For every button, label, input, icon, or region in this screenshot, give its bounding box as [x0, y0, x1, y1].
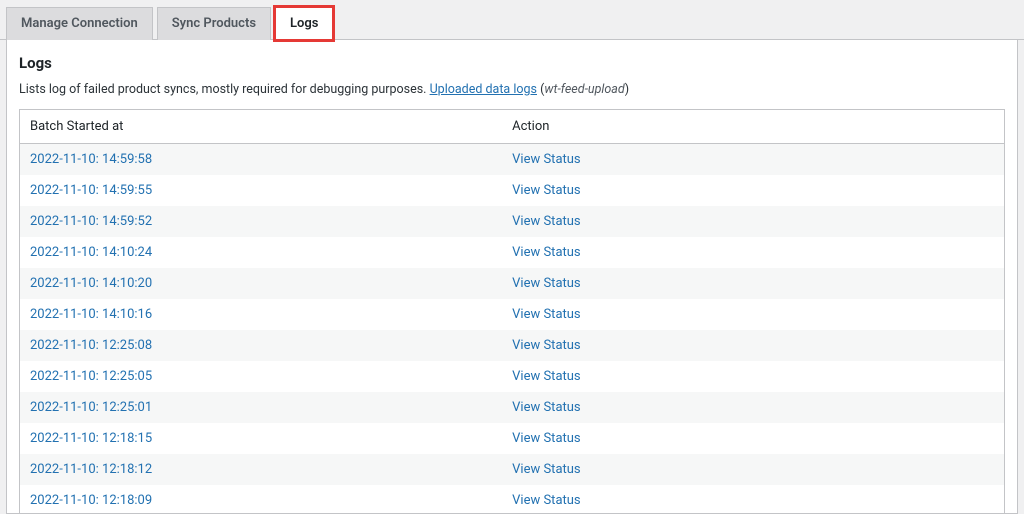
view-status-link[interactable]: View Status: [512, 276, 581, 291]
batch-timestamp-link[interactable]: 2022-11-10: 12:18:15: [30, 431, 152, 446]
batch-timestamp-link[interactable]: 2022-11-10: 12:25:01: [30, 400, 152, 415]
batch-timestamp-link[interactable]: 2022-11-10: 12:18:09: [30, 493, 152, 508]
table-row: 2022-11-10: 12:25:08 View Status: [20, 330, 1005, 361]
desc-slug: wt-feed-upload: [544, 82, 624, 97]
table-row: 2022-11-10: 12:18:12 View Status: [20, 454, 1005, 485]
view-status-link[interactable]: View Status: [512, 152, 581, 167]
batch-timestamp-link[interactable]: 2022-11-10: 14:59:55: [30, 183, 152, 198]
batch-timestamp-link[interactable]: 2022-11-10: 14:59:58: [30, 152, 152, 167]
tab-bar: Manage Connection Sync Products Logs: [0, 0, 1024, 40]
page-title: Logs: [19, 54, 1005, 72]
view-status-link[interactable]: View Status: [512, 462, 581, 477]
table-row: 2022-11-10: 12:25:01 View Status: [20, 392, 1005, 423]
batch-timestamp-link[interactable]: 2022-11-10: 14:10:20: [30, 276, 152, 291]
logs-table: Batch Started at Action 2022-11-10: 14:5…: [19, 109, 1005, 514]
table-row: 2022-11-10: 14:59:58 View Status: [20, 144, 1005, 176]
view-status-link[interactable]: View Status: [512, 183, 581, 198]
view-status-link[interactable]: View Status: [512, 214, 581, 229]
view-status-link[interactable]: View Status: [512, 307, 581, 322]
batch-timestamp-link[interactable]: 2022-11-10: 12:25:08: [30, 338, 152, 353]
view-status-link[interactable]: View Status: [512, 400, 581, 415]
view-status-link[interactable]: View Status: [512, 493, 581, 508]
logs-panel: Logs Lists log of failed product syncs, …: [6, 40, 1018, 514]
page-description: Lists log of failed product syncs, mostl…: [19, 82, 1005, 97]
table-row: 2022-11-10: 14:59:55 View Status: [20, 175, 1005, 206]
table-row: 2022-11-10: 12:25:05 View Status: [20, 361, 1005, 392]
tab-logs[interactable]: Logs: [275, 7, 333, 40]
tab-manage-connection[interactable]: Manage Connection: [6, 7, 153, 40]
col-batch-started: Batch Started at: [20, 110, 503, 144]
batch-timestamp-link[interactable]: 2022-11-10: 14:59:52: [30, 214, 152, 229]
view-status-link[interactable]: View Status: [512, 369, 581, 384]
view-status-link[interactable]: View Status: [512, 338, 581, 353]
batch-timestamp-link[interactable]: 2022-11-10: 14:10:24: [30, 245, 152, 260]
desc-paren-close: ): [625, 82, 629, 97]
batch-timestamp-link[interactable]: 2022-11-10: 14:10:16: [30, 307, 152, 322]
batch-timestamp-link[interactable]: 2022-11-10: 12:18:12: [30, 462, 152, 477]
view-status-link[interactable]: View Status: [512, 245, 581, 260]
table-row: 2022-11-10: 12:18:09 View Status: [20, 485, 1005, 514]
table-row: 2022-11-10: 14:10:20 View Status: [20, 268, 1005, 299]
logs-tbody: 2022-11-10: 14:59:58View Status2022-11-1…: [20, 144, 1005, 514]
desc-text: Lists log of failed product syncs, mostl…: [19, 82, 430, 97]
table-row: 2022-11-10: 14:10:24 View Status: [20, 237, 1005, 268]
uploaded-data-logs-link[interactable]: Uploaded data logs: [430, 82, 537, 97]
table-row: 2022-11-10: 12:18:15 View Status: [20, 423, 1005, 454]
batch-timestamp-link[interactable]: 2022-11-10: 12:25:05: [30, 369, 152, 384]
table-row: 2022-11-10: 14:59:52 View Status: [20, 206, 1005, 237]
tab-sync-products[interactable]: Sync Products: [157, 7, 271, 40]
col-action: Action: [502, 110, 1004, 144]
table-row: 2022-11-10: 14:10:16 View Status: [20, 299, 1005, 330]
view-status-link[interactable]: View Status: [512, 431, 581, 446]
app-window: Manage Connection Sync Products Logs Log…: [0, 0, 1024, 512]
